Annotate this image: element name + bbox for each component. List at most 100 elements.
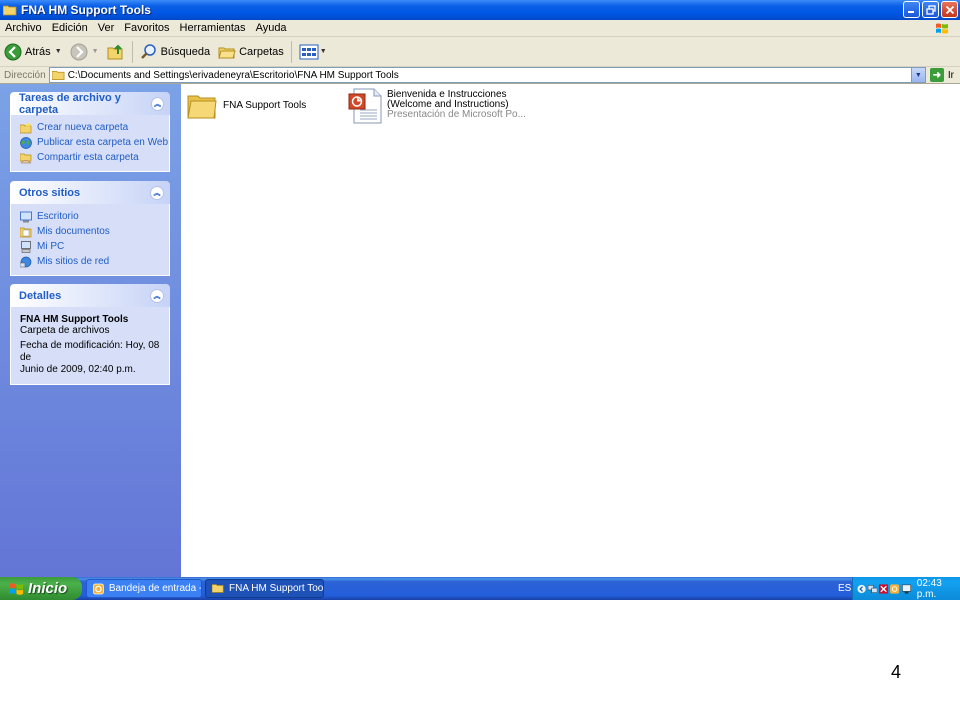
collapse-icon[interactable]: ︽ bbox=[151, 96, 164, 111]
security-tray-icon[interactable] bbox=[879, 583, 889, 594]
taskbar-button-explorer-label: FNA HM Support Tools bbox=[229, 583, 323, 594]
minimize-icon bbox=[908, 11, 914, 13]
web-globe-icon bbox=[20, 136, 32, 149]
chevron-down-icon[interactable]: ▼ bbox=[55, 48, 62, 55]
network-tray-icon[interactable] bbox=[868, 584, 878, 594]
window-title: FNA HM Support Tools bbox=[21, 3, 151, 17]
file-list: FNA Support Tools Bienvenida e Instrucci… bbox=[181, 84, 960, 577]
file-item-folder[interactable]: FNA Support Tools bbox=[187, 92, 306, 120]
toolbar: Atrás ▼ ▼ Búsqueda Carpetas ▼ bbox=[0, 37, 960, 67]
place-network[interactable]: Mis sitios de red bbox=[20, 254, 161, 269]
taskbar-button-inbox[interactable]: Bandeja de entrada -... bbox=[86, 579, 202, 598]
network-icon bbox=[20, 256, 32, 267]
folders-label: Carpetas bbox=[239, 45, 284, 58]
task-new-folder[interactable]: Crear nueva carpeta bbox=[20, 120, 161, 135]
share-folder-icon bbox=[20, 153, 32, 163]
file-folder-name: FNA Support Tools bbox=[223, 100, 307, 111]
search-button[interactable]: Búsqueda bbox=[136, 39, 215, 65]
restore-button[interactable] bbox=[922, 1, 939, 18]
address-label: Dirección bbox=[4, 69, 46, 81]
details-item-type: Carpeta de archivos bbox=[20, 325, 110, 336]
tasks-panel-body: Crear nueva carpeta Publicar esta carpet… bbox=[10, 115, 170, 172]
details-modified-line1: Fecha de modificación: Hoy, 08 de bbox=[20, 340, 160, 363]
address-bar: Dirección C:\Documents and Settings\eriv… bbox=[0, 67, 960, 84]
clock[interactable]: 02:43 p.m. bbox=[917, 578, 960, 600]
place-desktop-label: Escritorio bbox=[37, 211, 79, 222]
menu-favoritos[interactable]: Favoritos bbox=[119, 20, 174, 37]
my-documents-icon bbox=[20, 227, 32, 237]
tasks-panel-title: Tareas de archivo y carpeta bbox=[19, 91, 121, 116]
start-label: Inicio bbox=[28, 580, 68, 597]
folder-icon bbox=[212, 584, 224, 593]
toolbar-separator bbox=[131, 40, 133, 63]
task-share-folder[interactable]: Compartir esta carpeta bbox=[20, 150, 161, 165]
menu-herramientas[interactable]: Herramientas bbox=[175, 20, 251, 37]
place-desktop[interactable]: Escritorio bbox=[20, 209, 161, 224]
tasks-panel-header[interactable]: Tareas de archivo y carpeta ︽ bbox=[10, 91, 170, 116]
task-share-folder-label: Compartir esta carpeta bbox=[37, 152, 139, 163]
address-value: C:\Documents and Settings\erivadeneyra\E… bbox=[67, 69, 399, 81]
folder-icon bbox=[187, 95, 217, 119]
address-input[interactable]: C:\Documents and Settings\erivadeneyra\E… bbox=[48, 67, 926, 83]
other-places-body: Escritorio Mis documentos Mi PC Mis siti… bbox=[10, 204, 170, 276]
details-body: FNA HM Support Tools Carpeta de archivos… bbox=[10, 307, 170, 385]
collapse-icon[interactable]: ︽ bbox=[150, 288, 164, 303]
menu-edicion[interactable]: Edición bbox=[47, 20, 93, 37]
views-button[interactable]: ▼ bbox=[295, 39, 331, 65]
language-indicator[interactable]: ES bbox=[838, 583, 851, 594]
window-controls bbox=[903, 1, 958, 18]
place-my-computer[interactable]: Mi PC bbox=[20, 239, 161, 254]
task-publish-web-label: Publicar esta carpeta en Web bbox=[37, 137, 169, 148]
chevron-left-icon[interactable] bbox=[857, 584, 866, 594]
chevron-down-icon[interactable]: ▼ bbox=[92, 48, 99, 55]
taskbar-button-inbox-label: Bandeja de entrada -... bbox=[108, 583, 201, 594]
file-item-presentation[interactable]: Bienvenida e Instrucciones (Welcome and … bbox=[348, 88, 526, 124]
outlook-tray-icon[interactable] bbox=[890, 583, 900, 594]
windows-logo-icon bbox=[9, 582, 23, 595]
back-button[interactable]: Atrás ▼ bbox=[0, 39, 66, 65]
menu-ver[interactable]: Ver bbox=[93, 20, 120, 37]
go-button[interactable]: ➜ Ir bbox=[928, 68, 960, 82]
file-presentation-type: Presentación de Microsoft Po... bbox=[387, 109, 526, 120]
details-title: Detalles bbox=[19, 289, 62, 302]
up-folder-button[interactable] bbox=[103, 39, 129, 65]
title-bar[interactable]: FNA HM Support Tools bbox=[0, 0, 960, 20]
other-places-title: Otros sitios bbox=[19, 186, 81, 199]
taskbar-button-explorer[interactable]: FNA HM Support Tools bbox=[205, 579, 324, 598]
other-places-header[interactable]: Otros sitios ︽ bbox=[10, 181, 170, 204]
forward-arrow-icon bbox=[70, 43, 88, 60]
go-label: Ir bbox=[947, 69, 954, 81]
details-panel: Detalles ︽ FNA HM Support Tools Carpeta … bbox=[10, 284, 170, 385]
collapse-icon[interactable]: ︽ bbox=[150, 185, 164, 200]
task-publish-web[interactable]: Publicar esta carpeta en Web bbox=[20, 135, 168, 150]
place-my-documents[interactable]: Mis documentos bbox=[20, 224, 161, 239]
folder-icon bbox=[51, 70, 65, 80]
page-number: 4 bbox=[891, 662, 902, 682]
menu-ayuda[interactable]: Ayuda bbox=[251, 20, 292, 37]
system-tray: 02:43 p.m. bbox=[852, 577, 960, 600]
chevron-down-icon[interactable]: ▼ bbox=[320, 48, 327, 55]
folders-icon bbox=[218, 47, 236, 58]
start-button[interactable]: Inicio bbox=[0, 577, 82, 600]
place-my-documents-label: Mis documentos bbox=[37, 226, 110, 237]
place-my-computer-label: Mi PC bbox=[37, 241, 65, 252]
task-new-folder-label: Crear nueva carpeta bbox=[37, 122, 129, 133]
windows-logo-icon bbox=[930, 20, 954, 37]
folder-icon bbox=[3, 5, 17, 15]
chevron-down-icon: ▼ bbox=[914, 71, 922, 79]
menu-archivo[interactable]: Archivo bbox=[0, 20, 47, 37]
address-dropdown-button[interactable]: ▼ bbox=[910, 68, 925, 82]
details-modified-line2: Junio de 2009, 02:40 p.m. bbox=[20, 364, 136, 375]
forward-button[interactable]: ▼ bbox=[66, 39, 103, 65]
folders-button[interactable]: Carpetas bbox=[214, 39, 288, 65]
minimize-button[interactable] bbox=[903, 1, 920, 18]
other-places-panel: Otros sitios ︽ Escritorio Mis documentos… bbox=[10, 181, 170, 276]
search-icon bbox=[140, 43, 156, 59]
new-folder-icon bbox=[20, 121, 32, 133]
desktop-icon bbox=[20, 211, 32, 222]
tasks-panel: Tareas de archivo y carpeta ︽ Crear nuev… bbox=[10, 92, 170, 172]
details-header[interactable]: Detalles ︽ bbox=[10, 284, 170, 307]
monitor-tray-icon[interactable] bbox=[901, 584, 911, 594]
search-label: Búsqueda bbox=[160, 45, 211, 58]
close-button[interactable] bbox=[941, 1, 958, 18]
